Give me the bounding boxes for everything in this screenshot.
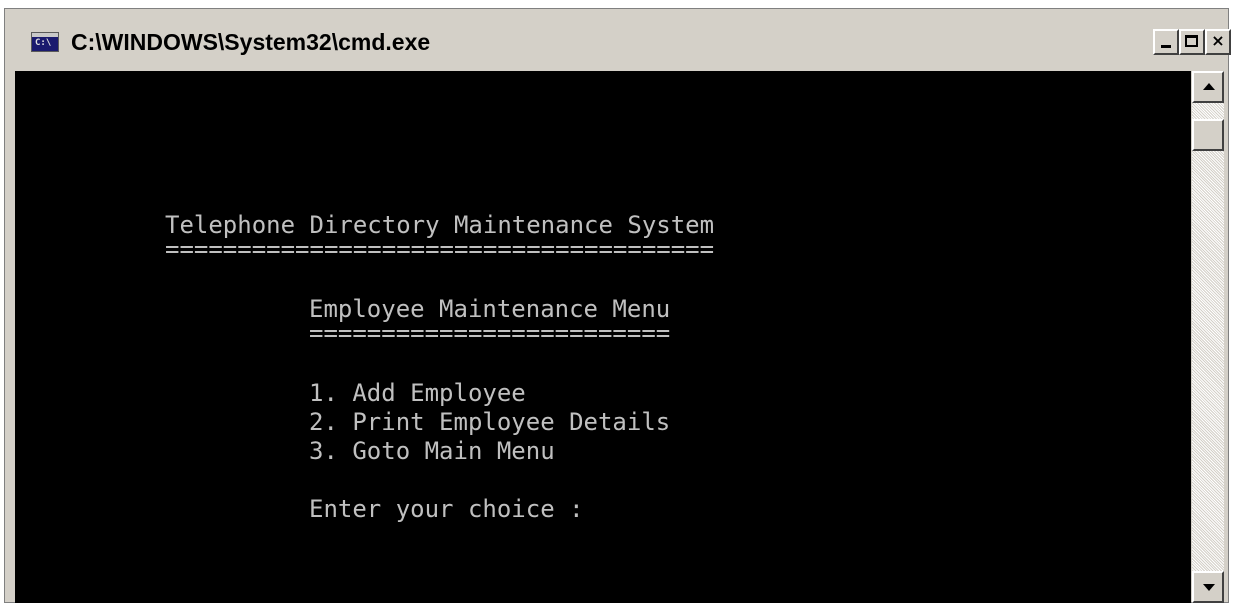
- scroll-down-button[interactable]: [1192, 571, 1224, 603]
- close-button[interactable]: ×: [1205, 29, 1231, 55]
- console-window: C:\ C:\WINDOWS\System32\cmd.exe × Teleph…: [4, 8, 1231, 603]
- vertical-scrollbar[interactable]: [1192, 71, 1224, 603]
- console-output[interactable]: Telephone Directory Maintenance System =…: [15, 71, 1191, 603]
- arrow-up-icon: [1203, 83, 1215, 90]
- arrow-down-icon: [1203, 584, 1215, 591]
- cmd-icon-text: C:\: [35, 38, 52, 48]
- window-title: C:\WINDOWS\System32\cmd.exe: [71, 29, 431, 55]
- minimize-button[interactable]: [1153, 29, 1179, 55]
- menu-option-3: 3. Goto Main Menu: [309, 437, 555, 465]
- menu-option-1: 1. Add Employee: [309, 379, 526, 407]
- menu-title-underline: =========================: [309, 319, 671, 347]
- close-icon: ×: [1211, 31, 1225, 50]
- maximize-button[interactable]: [1179, 29, 1205, 55]
- minimize-icon: [1161, 45, 1171, 48]
- choice-prompt: Enter your choice :: [309, 495, 584, 523]
- title-bar[interactable]: C:\ C:\WINDOWS\System32\cmd.exe ×: [9, 13, 1231, 67]
- system-title-underline: ======================================: [165, 235, 715, 263]
- scroll-thumb[interactable]: [1192, 119, 1224, 151]
- menu-option-2: 2. Print Employee Details: [309, 408, 671, 436]
- cmd-icon-bar: [32, 33, 58, 37]
- cmd-icon[interactable]: C:\: [31, 32, 59, 52]
- scroll-up-button[interactable]: [1192, 71, 1224, 103]
- maximize-icon: [1185, 35, 1198, 47]
